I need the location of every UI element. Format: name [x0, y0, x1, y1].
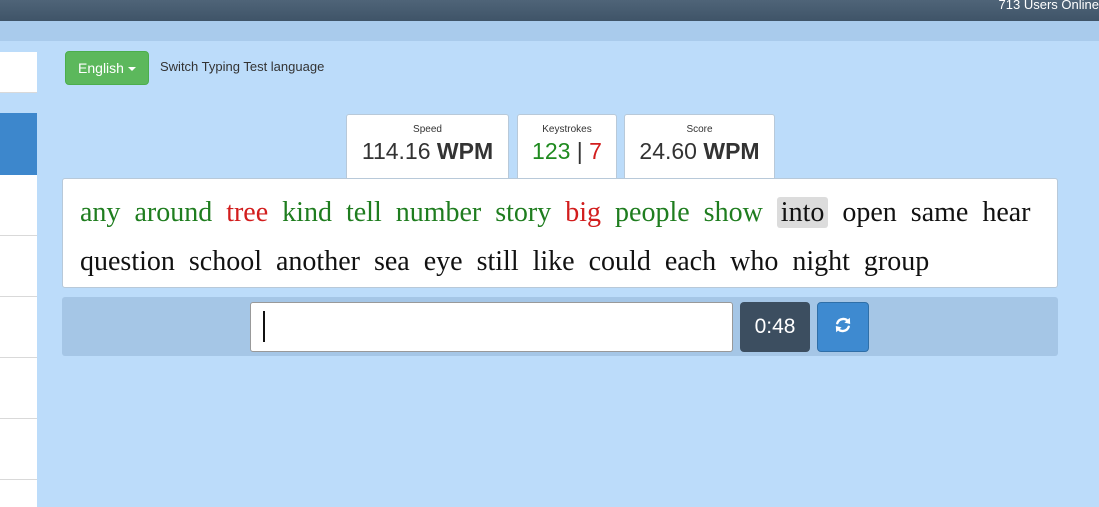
word: night: [792, 246, 850, 277]
timer: 0:48: [740, 302, 810, 352]
word: each: [664, 246, 717, 277]
word: who: [730, 246, 779, 277]
sidebar-item-6[interactable]: [0, 358, 37, 419]
keystrokes-value-row: 123 | 7: [518, 138, 616, 165]
speed-unit: WPM: [436, 138, 494, 164]
word: still: [476, 246, 519, 277]
word: tell: [345, 197, 382, 228]
typing-input[interactable]: [250, 302, 733, 352]
keystrokes-wrong: 7: [589, 138, 602, 164]
keystrokes-separator: |: [576, 138, 583, 164]
word: another: [276, 246, 360, 277]
word: question: [80, 246, 175, 277]
word: people: [615, 197, 690, 228]
word: number: [395, 197, 482, 228]
word: any: [80, 197, 121, 228]
word: story: [495, 197, 552, 228]
speed-value-row: 114.16 WPM: [347, 138, 508, 165]
keystrokes-stat: Keystrokes 123 | 7: [517, 114, 617, 178]
sidebar-item-7[interactable]: [0, 419, 37, 480]
word-list: any around tree kind tell number story b…: [62, 178, 1058, 288]
sidebar-item-4[interactable]: [0, 236, 37, 297]
word: could: [588, 246, 651, 277]
sidebar-item-5[interactable]: [0, 297, 37, 358]
word: hear: [982, 197, 1031, 228]
text-cursor: [263, 311, 265, 342]
top-bar: 713 Users Online: [0, 0, 1099, 21]
refresh-icon: [833, 315, 853, 340]
language-dropdown-button[interactable]: English: [65, 51, 149, 85]
score-unit: WPM: [703, 138, 760, 164]
word: sea: [373, 246, 410, 277]
word: kind: [282, 197, 332, 228]
caret-down-icon: [127, 67, 136, 71]
word: big: [565, 197, 602, 228]
sidebar: [0, 49, 37, 507]
keystrokes-correct: 123: [532, 138, 571, 164]
word: group: [863, 246, 930, 277]
word: tree: [226, 197, 269, 228]
sidebar-item-8[interactable]: [0, 480, 37, 507]
score-value: 24.60: [639, 138, 697, 164]
score-stat: Score 24.60 WPM: [624, 114, 775, 178]
word: into: [776, 197, 829, 228]
word: around: [134, 197, 213, 228]
word: school: [188, 246, 262, 277]
speed-stat: Speed 114.16 WPM: [346, 114, 509, 178]
score-value-row: 24.60 WPM: [625, 138, 774, 165]
sidebar-item-1[interactable]: [0, 52, 37, 93]
sub-header-bar: [0, 21, 1099, 41]
word: eye: [423, 246, 463, 277]
sidebar-item-3[interactable]: [0, 175, 37, 236]
speed-label: Speed: [413, 124, 442, 135]
score-label: Score: [686, 124, 713, 135]
sidebar-item-active[interactable]: [0, 113, 37, 175]
word: open: [842, 197, 897, 228]
language-button-label: English: [78, 60, 124, 76]
word: same: [910, 197, 969, 228]
word: like: [532, 246, 575, 277]
speed-value: 114.16: [361, 138, 431, 164]
word: show: [703, 197, 763, 228]
reload-button[interactable]: [817, 302, 869, 352]
users-online-count: 713 Users Online: [998, 0, 1099, 12]
keystrokes-label: Keystrokes: [542, 124, 592, 135]
language-description: Switch Typing Test language: [160, 59, 325, 74]
